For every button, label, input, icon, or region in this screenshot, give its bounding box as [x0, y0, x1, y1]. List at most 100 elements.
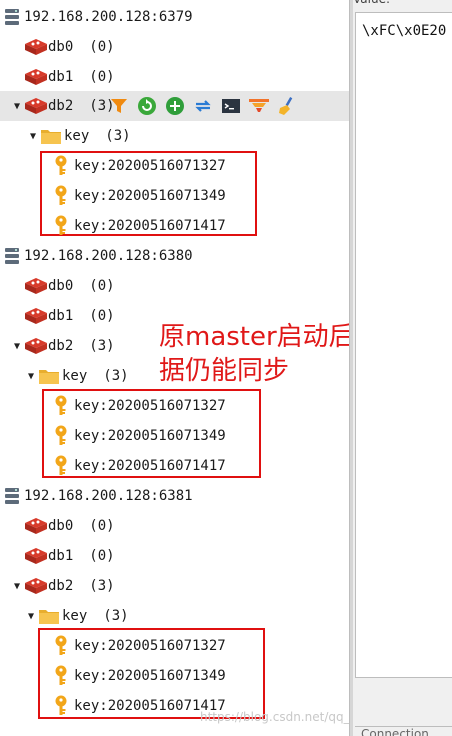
server-row-6381[interactable]: 192.168.200.128:6381 — [4, 481, 193, 511]
db-count: (0) — [89, 518, 115, 534]
expand-arrow-icon[interactable]: ▼ — [12, 101, 22, 112]
value-editor[interactable]: \xFC\x0E20 — [355, 12, 452, 678]
key-name: key:20200516071349 — [74, 668, 226, 684]
db-row-db2[interactable]: ▼ db2 (3) — [12, 331, 115, 361]
expand-arrow-icon[interactable]: ▼ — [26, 371, 36, 382]
key-icon — [52, 395, 70, 417]
db-label: db2 — [48, 338, 74, 354]
annotation-line-2: 据仍能同步 — [159, 356, 290, 386]
db-label: db2 — [48, 578, 74, 594]
reload-icon[interactable] — [136, 95, 158, 117]
key-icon — [52, 185, 70, 207]
folder-count: (3) — [103, 368, 129, 384]
filter-icon[interactable] — [108, 95, 130, 117]
server-row-6379[interactable]: 192.168.200.128:6379 — [4, 2, 193, 32]
database-icon — [24, 337, 48, 355]
expand-arrow-icon[interactable]: ▼ — [28, 131, 38, 142]
database-icon — [24, 547, 48, 565]
database-icon — [24, 577, 48, 595]
broom-icon[interactable] — [276, 95, 298, 117]
folder-label: key — [62, 608, 88, 624]
server-row-6380[interactable]: 192.168.200.128:6380 — [4, 241, 193, 271]
key-row[interactable]: key:20200516071327 — [52, 391, 226, 421]
key-row[interactable]: key:20200516071349 — [52, 181, 226, 211]
db-count: (0) — [89, 39, 115, 55]
folder-icon — [38, 367, 60, 385]
db-row-db1[interactable]: db1 (0) — [24, 301, 115, 331]
annotation-note: 原master启动后,数 据仍能同步 — [159, 320, 349, 388]
db-row-db0[interactable]: db0 (0) — [24, 32, 115, 62]
key-row[interactable]: key:20200516071417 — [52, 451, 226, 481]
connection-tab[interactable]: Connection — [355, 726, 452, 736]
expand-arrow-icon[interactable]: ▼ — [12, 581, 22, 592]
database-icon — [24, 517, 48, 535]
key-row[interactable]: key:20200516071327 — [52, 151, 226, 181]
db-label: db0 — [48, 39, 74, 55]
db-label: db1 — [48, 69, 74, 85]
database-icon — [24, 68, 48, 86]
key-icon — [52, 635, 70, 657]
key-icon — [52, 455, 70, 477]
key-name: key:20200516071327 — [74, 638, 226, 654]
folder-icon — [38, 607, 60, 625]
key-name: key:20200516071327 — [74, 398, 226, 414]
expand-arrow-icon[interactable]: ▼ — [12, 341, 22, 352]
db-count: (3) — [89, 338, 115, 354]
db-count: (0) — [89, 308, 115, 324]
folder-row-key[interactable]: ▼ key (3) — [26, 361, 129, 391]
folder-icon — [40, 127, 62, 145]
key-icon — [52, 665, 70, 687]
database-icon — [24, 38, 48, 56]
database-icon — [24, 277, 48, 295]
key-row[interactable]: key:20200516071327 — [52, 631, 226, 661]
folder-row-key[interactable]: ▼ key (3) — [26, 601, 129, 631]
db-count: (0) — [89, 278, 115, 294]
db-row-db1[interactable]: db1 (0) — [24, 541, 115, 571]
key-name: key:20200516071349 — [74, 188, 226, 204]
server-name: 192.168.200.128:6380 — [24, 248, 193, 264]
database-icon — [24, 97, 48, 115]
key-name: key:20200516071417 — [74, 218, 226, 234]
db-toolbar — [108, 94, 298, 118]
expand-arrow-icon[interactable]: ▼ — [26, 611, 36, 622]
value-text: \xFC\x0E20 — [362, 23, 447, 39]
folder-label: key — [62, 368, 88, 384]
filter-funnel-icon[interactable] — [248, 95, 270, 117]
key-row[interactable]: key:20200516071349 — [52, 421, 226, 451]
key-name: key:20200516071349 — [74, 428, 226, 444]
key-name: key:20200516071417 — [74, 458, 226, 474]
folder-label: key — [64, 128, 90, 144]
key-icon — [52, 155, 70, 177]
key-name: key:20200516071327 — [74, 158, 226, 174]
server-name: 192.168.200.128:6381 — [24, 488, 193, 504]
folder-row-key[interactable]: ▼ key (3) — [28, 121, 131, 151]
db-label: db0 — [48, 518, 74, 534]
value-header: Value: — [353, 0, 390, 8]
console-icon[interactable] — [220, 95, 242, 117]
db-label: db0 — [48, 278, 74, 294]
folder-count: (3) — [105, 128, 131, 144]
key-icon — [52, 215, 70, 237]
server-name: 192.168.200.128:6379 — [24, 9, 193, 25]
db-row-db0[interactable]: db0 (0) — [24, 511, 115, 541]
db-label: db1 — [48, 308, 74, 324]
connection-tree: 192.168.200.128:6379 db0 (0) db1 (0) ▼ d… — [0, 0, 349, 736]
watermark: https://blog.csdn.net/qq_17522211 — [200, 710, 349, 724]
database-icon — [24, 307, 48, 325]
value-panel: Value: \xFC\x0E20 Connection — [353, 0, 452, 736]
db-count: (3) — [89, 578, 115, 594]
db-count: (0) — [89, 69, 115, 85]
server-icon — [4, 8, 20, 26]
db-row-db0[interactable]: db0 (0) — [24, 271, 115, 301]
db-row-db1[interactable]: db1 (0) — [24, 62, 115, 92]
server-icon — [4, 247, 20, 265]
key-row[interactable]: key:20200516071417 — [52, 211, 226, 241]
key-row[interactable]: key:20200516071349 — [52, 661, 226, 691]
db-row-db2[interactable]: ▼ db2 (3) — [12, 571, 115, 601]
key-icon — [52, 425, 70, 447]
folder-count: (3) — [103, 608, 129, 624]
server-icon — [4, 487, 20, 505]
sync-icon[interactable] — [192, 95, 214, 117]
db-label: db1 — [48, 548, 74, 564]
add-key-icon[interactable] — [164, 95, 186, 117]
